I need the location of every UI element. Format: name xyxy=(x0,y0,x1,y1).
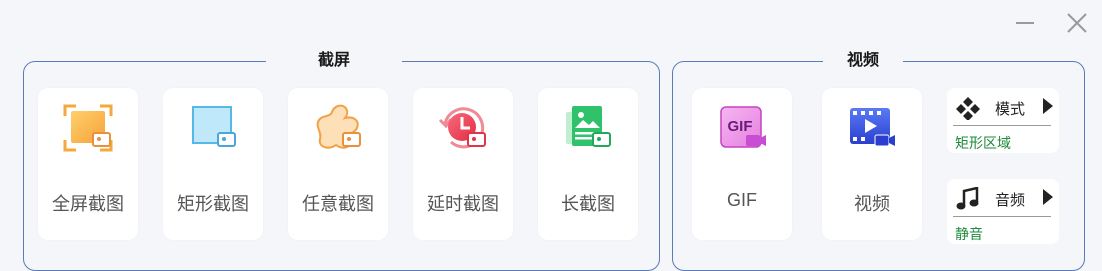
video-record-icon xyxy=(850,108,895,147)
mode-label: 模式 xyxy=(995,101,1026,118)
capture-group-title: 截屏 xyxy=(266,50,403,72)
audio-divider xyxy=(953,216,1051,217)
long-capture-icon xyxy=(566,106,611,147)
long-capture-button[interactable]: 长截图 xyxy=(538,88,638,240)
video-group: 视频 GIF GIF 视频 模式 矩形区域 音频 静音 xyxy=(672,50,1085,271)
audio-selector[interactable]: 音频 静音 xyxy=(947,179,1059,244)
minimize-button[interactable] xyxy=(1012,10,1038,36)
freeform-capture-button[interactable]: 任意截图 xyxy=(288,88,388,240)
video-record-label: 视频 xyxy=(854,194,890,214)
audio-label: 音频 xyxy=(995,192,1026,209)
freeform-capture-label: 任意截图 xyxy=(302,194,374,214)
fullscreen-capture-label: 全屏截图 xyxy=(52,194,124,214)
delay-capture-label: 延时截图 xyxy=(427,194,499,214)
delay-capture-icon xyxy=(438,107,486,149)
rect-capture-button[interactable]: 矩形截图 xyxy=(163,88,263,240)
minimize-icon xyxy=(1016,22,1034,24)
mode-arrow-icon xyxy=(1043,98,1053,114)
video-group-title: 视频 xyxy=(823,50,904,72)
gif-record-label: GIF xyxy=(727,190,757,210)
delay-capture-button[interactable]: 延时截图 xyxy=(413,88,513,240)
audio-arrow-icon xyxy=(1043,189,1053,205)
close-icon xyxy=(1067,13,1087,33)
mode-diamond-icon xyxy=(956,97,980,120)
freeform-capture-icon xyxy=(316,104,361,149)
capture-group: 截屏 全屏截图 矩形截图 任意截图 延时截图 长截图 xyxy=(23,50,660,271)
audio-value: 静音 xyxy=(955,226,983,242)
svg-text:GIF: GIF xyxy=(728,118,753,135)
video-record-button[interactable]: 视频 xyxy=(822,88,922,240)
rect-capture-icon xyxy=(192,106,236,147)
mode-divider xyxy=(953,125,1051,126)
long-capture-label: 长截图 xyxy=(561,194,615,214)
close-button[interactable] xyxy=(1064,10,1090,36)
music-note-icon xyxy=(956,187,979,210)
gif-record-icon: GIF xyxy=(720,106,766,148)
rect-capture-label: 矩形截图 xyxy=(177,194,249,214)
mode-value: 矩形区域 xyxy=(955,135,1011,151)
mode-selector[interactable]: 模式 矩形区域 xyxy=(947,88,1059,153)
gif-record-button[interactable]: GIF GIF xyxy=(692,88,792,240)
fullscreen-capture-icon xyxy=(63,104,113,152)
fullscreen-capture-button[interactable]: 全屏截图 xyxy=(38,88,138,240)
